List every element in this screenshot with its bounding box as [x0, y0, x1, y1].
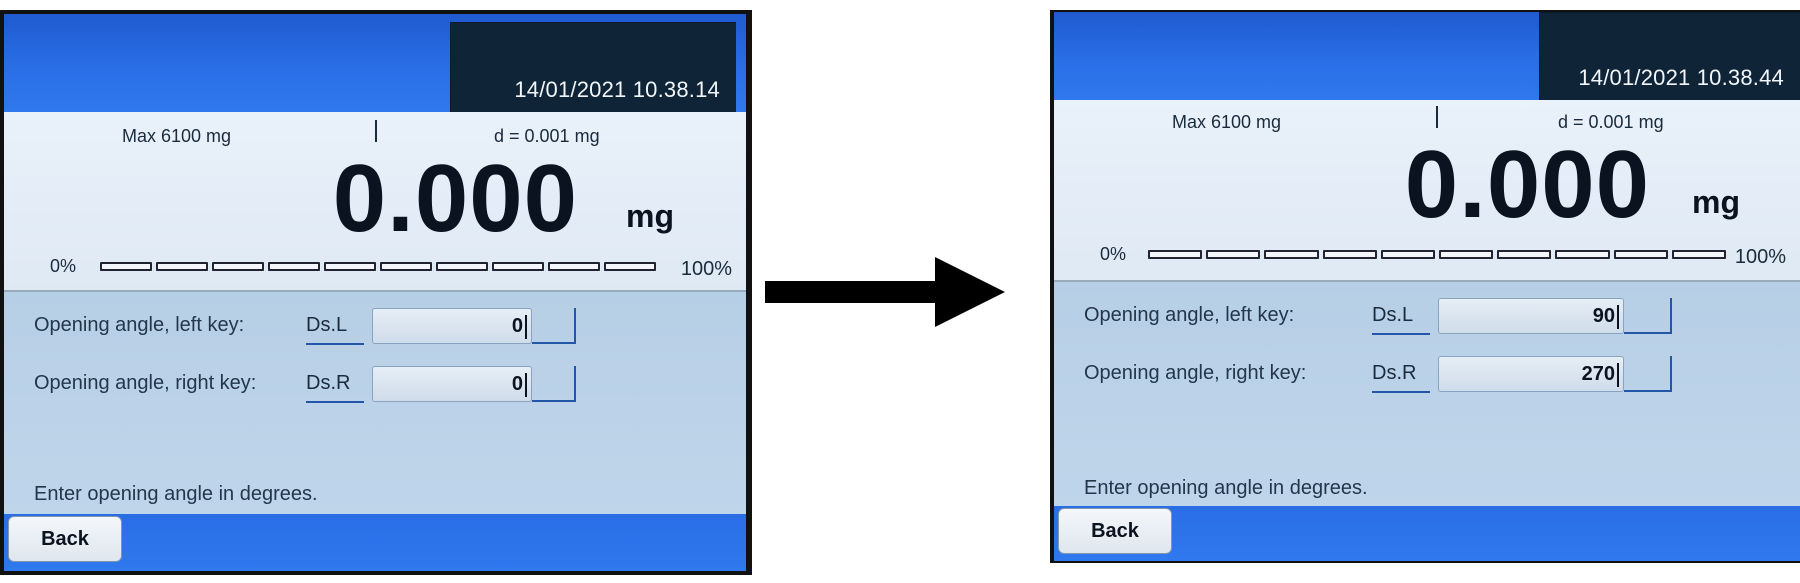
back-button[interactable]: Back — [8, 516, 122, 562]
right-key-angle-label: Opening angle, right key: — [1084, 362, 1307, 384]
weight-value: 0.000 — [1404, 131, 1650, 238]
left-key-code[interactable]: Ds.L — [306, 314, 364, 345]
capacity-bar-segment — [1497, 250, 1552, 259]
instruction-text: Enter opening angle in degrees. — [1084, 477, 1368, 499]
right-key-field-bracket — [532, 366, 576, 402]
capacity-bar-row: 0% 100% — [4, 256, 746, 280]
weight-unit: mg — [1692, 184, 1740, 220]
capacity-bar-segment — [1264, 250, 1319, 259]
left-key-angle-value: 90 — [1592, 305, 1615, 327]
capacity-bar-segment — [436, 262, 488, 271]
settings-area: Opening angle, left key: Ds.L 0 Opening … — [4, 290, 746, 520]
right-arrow-icon — [765, 257, 1005, 327]
weight-unit: mg — [626, 198, 674, 234]
capacity-bar-segment — [324, 262, 376, 271]
capacity-bar — [1148, 250, 1727, 259]
right-key-code[interactable]: Ds.R — [306, 372, 364, 403]
left-key-angle-row: Opening angle, left key: Ds.L 90 — [1054, 298, 1800, 338]
right-key-angle-input[interactable]: 0 — [372, 366, 532, 402]
capacity-bar-segment — [604, 262, 656, 271]
top-bar: 14/01/2021 10.38.14 — [4, 14, 746, 113]
right-key-angle-label: Opening angle, right key: — [34, 372, 257, 394]
right-key-angle-value: 270 — [1581, 363, 1615, 385]
text-cursor — [1617, 363, 1619, 387]
divider-tick — [375, 120, 377, 142]
top-bar: 14/01/2021 10.38.44 — [1054, 12, 1800, 101]
clock-display: 14/01/2021 10.38.44 — [1539, 12, 1800, 101]
bottom-bar: Back — [4, 514, 746, 571]
capacity-min-label: 0% — [50, 256, 77, 276]
left-key-angle-label: Opening angle, left key: — [1084, 304, 1295, 326]
left-key-angle-value: 0 — [511, 315, 523, 337]
datetime: 14/01/2021 10.38.14 — [514, 77, 720, 102]
left-key-angle-input[interactable]: 0 — [372, 308, 532, 344]
right-key-angle-row: Opening angle, right key: Ds.R 270 — [1054, 356, 1800, 396]
max-capacity-label: Max 6100 mg — [122, 126, 232, 146]
clock-display: 14/01/2021 10.38.14 — [450, 22, 736, 113]
left-key-angle-row: Opening angle, left key: Ds.L 0 — [4, 308, 746, 348]
left-key-angle-input[interactable]: 90 — [1438, 298, 1624, 334]
instruction-text: Enter opening angle in degrees. — [34, 483, 318, 505]
balance-panel: 14/01/2021 10.38.44 Max 6100 mg d = 0.00… — [1054, 12, 1800, 561]
settings-area: Opening angle, left key: Ds.L 90 Opening… — [1054, 280, 1800, 510]
capacity-bar-segment — [1380, 250, 1436, 259]
balance-screen-before: 14/01/2021 10.38.14 Max 6100 mg d = 0.00… — [0, 10, 752, 575]
divider-tick — [1436, 106, 1438, 128]
right-key-angle-value: 0 — [511, 373, 523, 395]
capacity-bar-segment — [1206, 250, 1261, 259]
right-key-code[interactable]: Ds.R — [1372, 362, 1430, 393]
capacity-min-label: 0% — [1100, 244, 1127, 264]
capacity-bar-segment — [156, 262, 208, 271]
text-cursor — [525, 373, 527, 397]
right-key-angle-input[interactable]: 270 — [1438, 356, 1624, 392]
capacity-bar-segment — [212, 262, 264, 271]
capacity-bar-segment — [548, 262, 600, 271]
left-key-field-bracket — [532, 308, 576, 344]
capacity-max-label: 100% — [680, 258, 732, 280]
capacity-bar-row: 0% 100% — [1054, 244, 1800, 268]
left-key-code[interactable]: Ds.L — [1372, 304, 1430, 335]
capacity-bar-segment — [268, 262, 320, 271]
capacity-bar — [100, 262, 656, 271]
capacity-bar-segment — [1148, 250, 1203, 259]
balance-panel: 14/01/2021 10.38.14 Max 6100 mg d = 0.00… — [4, 14, 746, 571]
max-capacity-label: Max 6100 mg — [1172, 112, 1282, 132]
capacity-max-label: 100% — [1734, 246, 1786, 268]
capacity-bar-segment — [1613, 250, 1668, 259]
capacity-bar-segment — [100, 262, 152, 271]
bottom-bar: Back — [1054, 506, 1800, 561]
left-key-field-bracket — [1624, 298, 1672, 334]
weight-readout: Max 6100 mg d = 0.001 mg 0.000 mg 0% 100… — [1054, 100, 1800, 280]
capacity-bar-segment — [1439, 250, 1494, 259]
back-button[interactable]: Back — [1058, 508, 1172, 554]
right-key-field-bracket — [1624, 356, 1672, 392]
balance-screen-after: 14/01/2021 10.38.44 Max 6100 mg d = 0.00… — [1050, 10, 1800, 563]
left-key-angle-label: Opening angle, left key: — [34, 314, 245, 336]
capacity-bar-segment — [1555, 250, 1610, 259]
datetime: 14/01/2021 10.38.44 — [1578, 65, 1784, 90]
weight-readout: Max 6100 mg d = 0.001 mg 0.000 mg 0% 100… — [4, 112, 746, 290]
capacity-bar-segment — [380, 262, 432, 271]
capacity-bar-segment — [1322, 250, 1377, 259]
capacity-bar-segment — [1671, 250, 1727, 259]
text-cursor — [1617, 305, 1619, 329]
weight-value: 0.000 — [332, 145, 578, 252]
capacity-bar-segment — [492, 262, 544, 271]
right-key-angle-row: Opening angle, right key: Ds.R 0 — [4, 366, 746, 406]
text-cursor — [525, 315, 527, 339]
